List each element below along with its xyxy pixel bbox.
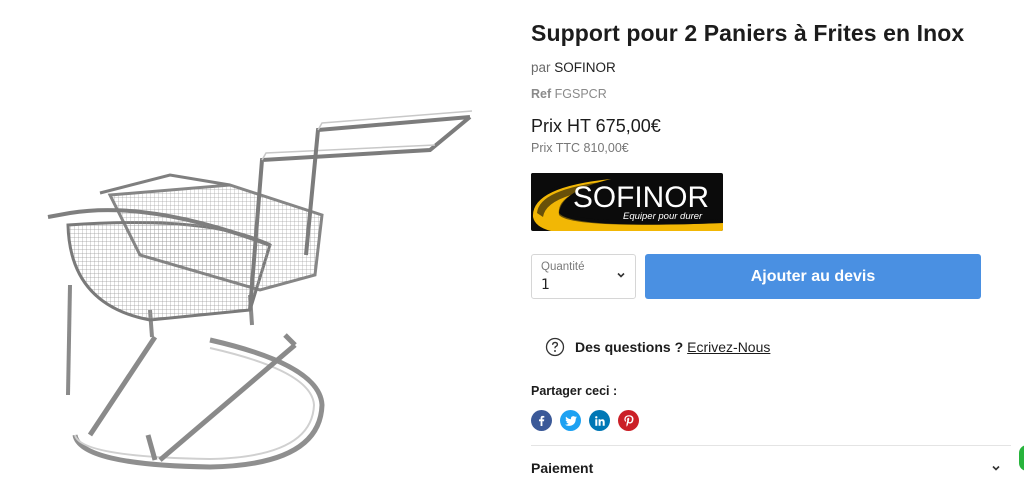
vendor-line: par SOFINOR [531,60,616,75]
facebook-icon [539,415,545,426]
product-image [47,110,473,470]
price-ttc: Prix TTC 810,00€ [531,141,629,155]
questions-text: Des questions ? [575,339,684,355]
question-circle-icon [545,337,565,357]
twitter-share-button[interactable] [560,410,581,431]
brand-tagline: Equiper pour durer [623,211,703,222]
brand-logo-graphic: SOFINOR Equiper pour durer [531,173,723,231]
pinterest-share-button[interactable] [618,410,639,431]
ref-value: FGSPCR [554,87,607,101]
linkedin-icon [594,415,605,426]
chevron-down-icon [992,465,1000,471]
share-label: Partager ceci : [531,384,618,398]
brand-name: SOFINOR [573,181,709,214]
divider [531,445,1011,446]
share-buttons [531,410,647,431]
add-to-quote-button[interactable]: Ajouter au devis [645,254,981,299]
price-ht: Prix HT 675,00€ [531,116,661,136]
contact-link[interactable]: Ecrivez-Nous [687,339,770,355]
questions-row: Des questions ? Ecrivez-Nous [545,336,770,358]
product-title: Support pour 2 Paniers à Frites en Inox [531,20,965,46]
chevron-down-icon [617,272,625,278]
twitter-icon [564,415,577,426]
payment-label: Paiement [531,460,594,476]
product-reference: Ref FGSPCR [531,87,607,101]
linkedin-share-button[interactable] [589,410,610,431]
pinterest-icon [623,414,633,427]
brand-logo[interactable]: SOFINOR Equiper pour durer [531,173,723,231]
facebook-share-button[interactable] [531,410,552,431]
quantity-label: Quantité [541,261,585,273]
ref-label: Ref [531,87,552,101]
quantity-value: 1 [541,277,550,293]
vendor-prefix: par [531,60,551,75]
chat-widget-button[interactable] [1019,445,1024,471]
vendor-link[interactable]: SOFINOR [554,60,616,75]
product-info: Support pour 2 Paniers à Frites en Inox … [531,0,1024,481]
payment-accordion[interactable]: Paiement [531,458,1001,478]
quantity-selector[interactable]: Quantité 1 [531,254,636,299]
